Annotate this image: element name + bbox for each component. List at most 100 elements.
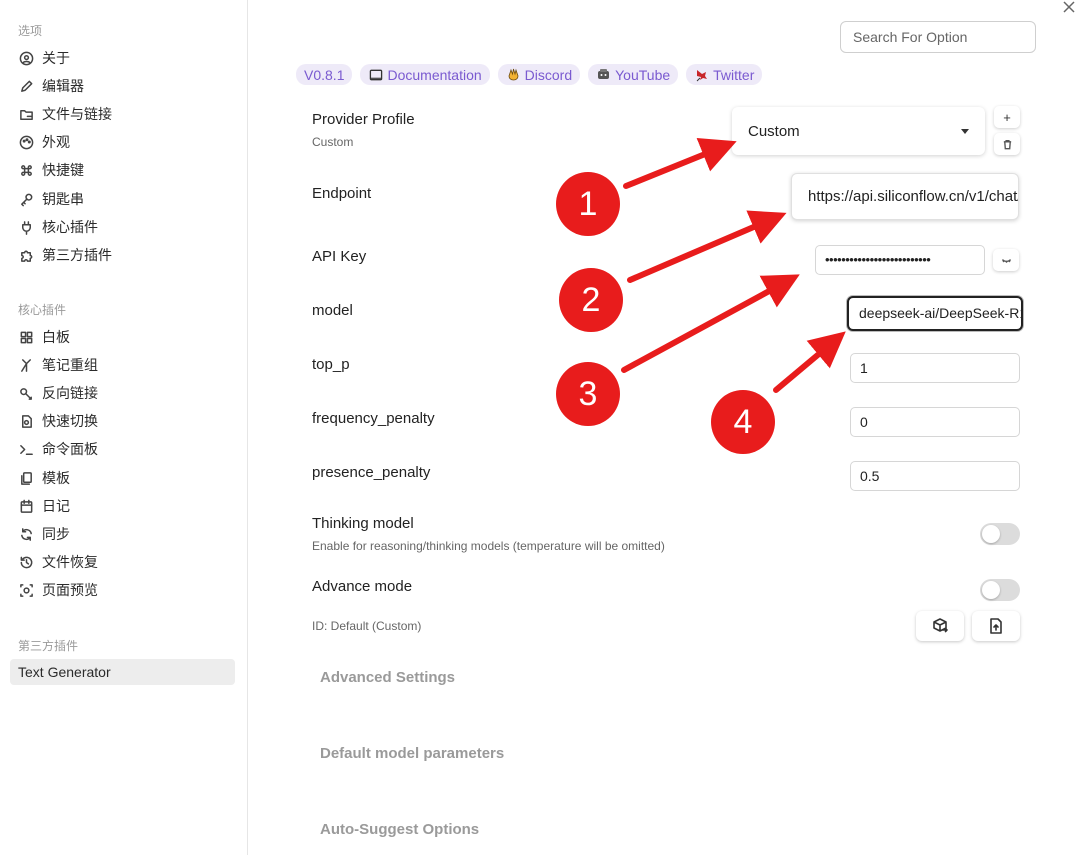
top-p-input[interactable]: 1 [850, 353, 1020, 383]
youtube-link[interactable]: YouTube [588, 64, 679, 85]
endpoint-input[interactable]: https://api.siliconflow.cn/v1/chat/compl… [791, 173, 1019, 220]
advanced-settings-heading[interactable]: Advanced Settings [320, 669, 455, 686]
sidebar-item-quick-switcher[interactable]: 快速切换 [10, 408, 235, 434]
add-profile-button[interactable]: + [994, 106, 1020, 128]
merge-icon [18, 357, 34, 373]
provider-profile-value: Custom [748, 122, 800, 140]
bird-icon [694, 67, 709, 82]
annotation-marker-1: 1 [556, 172, 620, 236]
plug-icon [18, 219, 34, 235]
sidebar-section-third-party: 第三方插件 [18, 639, 79, 653]
top-p-label: top_p [312, 356, 350, 373]
pencil-icon [18, 78, 34, 94]
twitter-label: Twitter [713, 66, 755, 83]
auto-suggest-options-heading[interactable]: Auto-Suggest Options [320, 821, 479, 838]
arrow-1 [623, 138, 737, 189]
settings-sidebar: 选项 关于 编辑器 文件与链接 外观 快捷键 钥匙串 核心插件 第三方插件 核心… [0, 0, 248, 855]
close-icon [1063, 1, 1075, 13]
sidebar-item-files-links[interactable]: 文件与链接 [10, 101, 235, 127]
discord-icon [506, 67, 521, 82]
sidebar-item-appearance[interactable]: 外观 [10, 129, 235, 155]
sidebar-item-label: 笔记重组 [42, 357, 98, 373]
sidebar-item-keychain[interactable]: 钥匙串 [10, 186, 235, 212]
sidebar-item-sync[interactable]: 同步 [10, 521, 235, 547]
template-icon [18, 470, 34, 486]
trash-icon [1003, 139, 1011, 149]
sidebar-item-editor[interactable]: 编辑器 [10, 73, 235, 99]
model-value: deepseek-ai/DeepSeek-R1 [859, 305, 1023, 321]
delete-profile-button[interactable] [994, 133, 1020, 155]
thinking-model-toggle[interactable] [980, 523, 1020, 545]
sidebar-item-label: 钥匙串 [42, 191, 84, 207]
sidebar-item-text-generator[interactable]: Text Generator [10, 659, 235, 685]
documentation-label: Documentation [387, 66, 482, 83]
sidebar-item-label: 文件恢复 [42, 554, 98, 570]
sidebar-item-label: 命令面板 [42, 441, 98, 457]
advance-mode-label: Advance mode [312, 578, 413, 595]
thinking-model-label: Thinking model [312, 515, 414, 532]
thinking-model-description: Enable for reasoning/thinking models (te… [312, 539, 665, 553]
history-icon [18, 554, 34, 570]
frequency-penalty-label: frequency_penalty [312, 410, 435, 427]
sidebar-item-label: 日记 [42, 498, 70, 514]
version-label: V0.8.1 [304, 66, 345, 83]
box-export-icon [933, 618, 948, 633]
sidebar-item-label: 页面预览 [42, 582, 98, 598]
sidebar-item-daily-notes[interactable]: 日记 [10, 493, 235, 519]
sidebar-item-hotkeys[interactable]: 快捷键 [10, 157, 235, 183]
presence-penalty-value: 0.5 [860, 468, 880, 484]
toggle-knob [982, 525, 1000, 543]
presence-penalty-input[interactable]: 0.5 [850, 461, 1020, 491]
twitter-link[interactable]: Twitter [686, 64, 763, 85]
arrow-4 [773, 331, 846, 393]
sidebar-item-command-palette[interactable]: 命令面板 [10, 436, 235, 462]
frequency-penalty-input[interactable]: 0 [850, 407, 1020, 437]
discord-label: Discord [524, 66, 573, 83]
close-button[interactable] [1062, 0, 1080, 18]
sidebar-item-core-plugins[interactable]: 核心插件 [10, 214, 235, 240]
api-key-input[interactable]: •••••••••••••••••••••••••• [815, 245, 985, 275]
sidebar-item-label: 模板 [42, 470, 70, 486]
sidebar-item-page-preview[interactable]: 页面预览 [10, 577, 235, 603]
canvas-icon [18, 329, 34, 345]
sidebar-item-label: 编辑器 [42, 78, 84, 94]
model-label: model [312, 302, 353, 319]
upload-profile-button[interactable] [972, 611, 1020, 641]
file-upload-icon [990, 618, 1002, 634]
youtube-label: YouTube [615, 66, 671, 83]
book-icon [368, 67, 383, 82]
sidebar-item-label: 反向链接 [42, 385, 98, 401]
annotation-marker-2: 2 [559, 268, 623, 332]
sidebar-section-core: 核心插件 [18, 303, 67, 317]
provider-profile-sublabel: Custom [312, 135, 354, 149]
search-option-input[interactable] [840, 21, 1036, 53]
sidebar-item-label: 白板 [42, 329, 70, 345]
discord-link[interactable]: Discord [497, 64, 581, 85]
key-icon [18, 191, 34, 207]
provider-profile-label: Provider Profile [312, 111, 415, 128]
sidebar-item-templates[interactable]: 模板 [10, 465, 235, 491]
sidebar-item-community-plugins[interactable]: 第三方插件 [10, 242, 235, 268]
model-input[interactable]: deepseek-ai/DeepSeek-R1 [847, 296, 1023, 331]
advance-mode-toggle[interactable] [980, 579, 1020, 601]
sync-icon [18, 526, 34, 542]
export-profile-button[interactable] [916, 611, 964, 641]
default-model-parameters-heading[interactable]: Default model parameters [320, 745, 504, 762]
api-key-label: API Key [312, 248, 367, 265]
annotation-marker-3: 3 [556, 362, 620, 426]
sidebar-item-label: 同步 [42, 526, 70, 542]
sidebar-item-backlinks[interactable]: 反向链接 [10, 380, 235, 406]
eye-closed-icon [1001, 258, 1011, 263]
sidebar-item-note-composer[interactable]: 笔记重组 [10, 352, 235, 378]
toggle-key-visibility-button[interactable] [993, 249, 1019, 271]
provider-profile-select[interactable]: Custom [732, 107, 985, 155]
annotation-marker-4: 4 [711, 390, 775, 454]
about-icon [18, 50, 34, 66]
puzzle-icon [18, 247, 34, 263]
sidebar-item-about[interactable]: 关于 [10, 45, 235, 71]
documentation-link[interactable]: Documentation [360, 64, 490, 85]
sidebar-item-canvas[interactable]: 白板 [10, 324, 235, 350]
profile-id-text: ID: Default (Custom) [312, 619, 422, 633]
chevron-down-icon [961, 129, 969, 134]
sidebar-item-file-recovery[interactable]: 文件恢复 [10, 549, 235, 575]
